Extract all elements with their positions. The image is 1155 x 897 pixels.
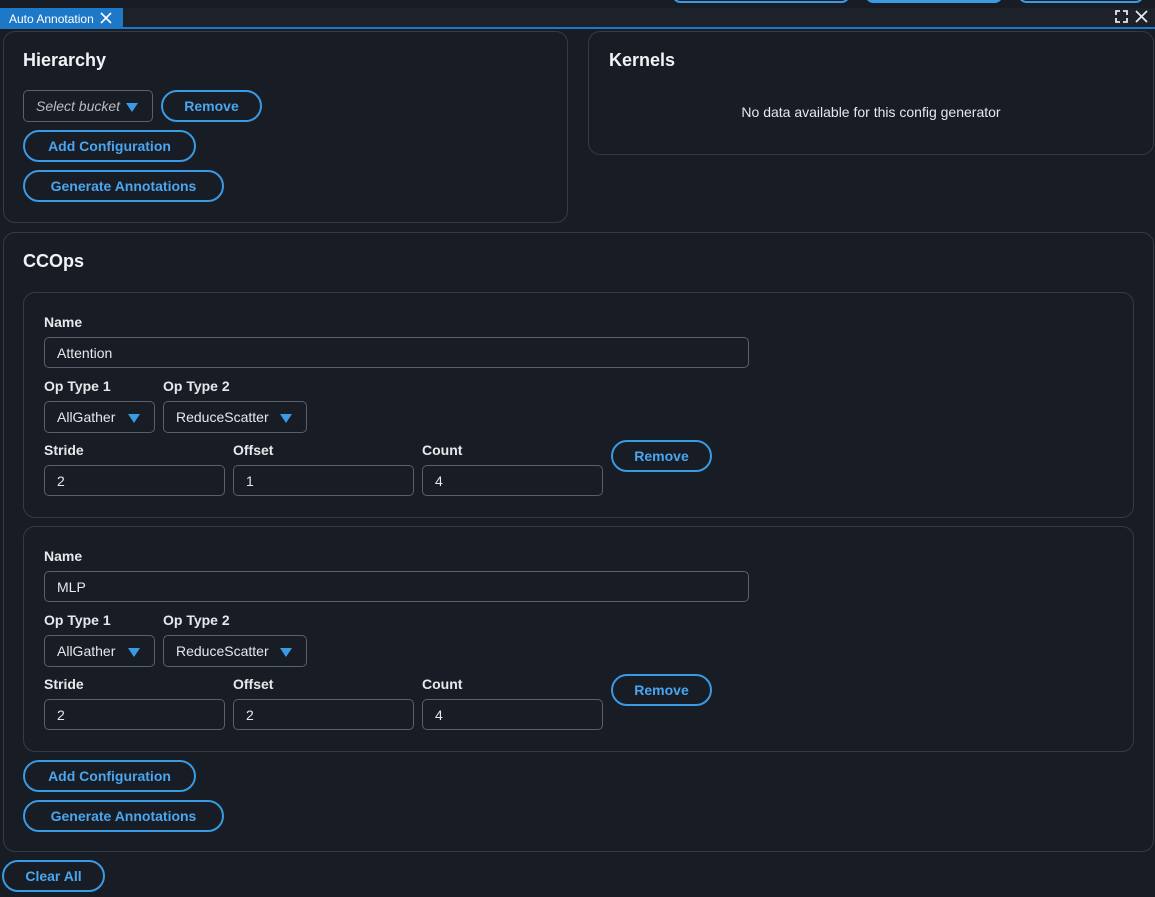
hierarchy-remove-button[interactable]: Remove bbox=[161, 90, 262, 122]
offset-input[interactable]: 2 bbox=[233, 699, 414, 730]
ccop-config-card: Name MLP Op Type 1 Op Type 2 AllGather R… bbox=[23, 526, 1134, 752]
hierarchy-generate-annotations-button[interactable]: Generate Annotations bbox=[23, 170, 224, 202]
op-type-1-select[interactable]: AllGather bbox=[44, 401, 155, 433]
config-remove-button[interactable]: Remove bbox=[611, 674, 712, 706]
config-remove-button[interactable]: Remove bbox=[611, 440, 712, 472]
op-type-1-label: Op Type 1 bbox=[44, 378, 111, 394]
name-label: Name bbox=[44, 314, 83, 330]
kernels-title: Kernels bbox=[609, 50, 676, 70]
close-icon[interactable] bbox=[99, 11, 113, 25]
top-toolbar-button[interactable] bbox=[672, 0, 850, 3]
hierarchy-panel: Hierarchy Select bucket Remove Add Confi… bbox=[3, 31, 568, 223]
count-label: Count bbox=[422, 676, 463, 692]
op-type-1-value: AllGather bbox=[57, 643, 116, 659]
chevron-down-icon bbox=[128, 414, 140, 423]
ccop-config-card: Name Attention Op Type 1 Op Type 2 AllGa… bbox=[23, 292, 1134, 518]
op-type-1-select[interactable]: AllGather bbox=[44, 635, 155, 667]
kernels-empty-message: No data available for this config genera… bbox=[741, 104, 1001, 120]
ccops-add-configuration-button[interactable]: Add Configuration bbox=[23, 760, 196, 792]
count-label: Count bbox=[422, 442, 463, 458]
chevron-down-icon bbox=[280, 414, 292, 423]
tab-bar: Auto Annotation bbox=[0, 8, 1155, 29]
offset-label: Offset bbox=[233, 676, 274, 692]
top-toolbar-button[interactable] bbox=[1018, 0, 1144, 3]
op-type-2-select[interactable]: ReduceScatter bbox=[163, 635, 307, 667]
offset-input[interactable]: 1 bbox=[233, 465, 414, 496]
kernels-panel: Kernels No data available for this confi… bbox=[588, 31, 1154, 155]
op-type-2-label: Op Type 2 bbox=[163, 612, 230, 628]
count-input[interactable]: 4 bbox=[422, 465, 603, 496]
stride-input[interactable]: 2 bbox=[44, 699, 225, 730]
tab-auto-annotation[interactable]: Auto Annotation bbox=[0, 8, 123, 29]
chevron-down-icon bbox=[128, 648, 140, 657]
ccops-title: CCOps bbox=[23, 251, 85, 271]
hierarchy-add-configuration-button[interactable]: Add Configuration bbox=[23, 130, 196, 162]
ccops-generate-annotations-button[interactable]: Generate Annotations bbox=[23, 800, 224, 832]
clear-all-button[interactable]: Clear All bbox=[2, 860, 105, 892]
maximize-icon[interactable] bbox=[1114, 9, 1129, 24]
stride-label: Stride bbox=[44, 442, 84, 458]
name-label: Name bbox=[44, 548, 83, 564]
bucket-select[interactable]: Select bucket bbox=[23, 90, 153, 122]
count-input[interactable]: 4 bbox=[422, 699, 603, 730]
hierarchy-title: Hierarchy bbox=[23, 50, 107, 70]
stride-input[interactable]: 2 bbox=[44, 465, 225, 496]
chevron-down-icon bbox=[280, 648, 292, 657]
top-toolbar-button-primary[interactable] bbox=[865, 0, 1003, 3]
ccops-panel: CCOps Name Attention Op Type 1 Op Type 2… bbox=[3, 232, 1154, 852]
op-type-1-label: Op Type 1 bbox=[44, 612, 111, 628]
op-type-2-value: ReduceScatter bbox=[176, 409, 269, 425]
stride-label: Stride bbox=[44, 676, 84, 692]
op-type-2-select[interactable]: ReduceScatter bbox=[163, 401, 307, 433]
top-toolbar-strip bbox=[0, 0, 1155, 8]
op-type-2-label: Op Type 2 bbox=[163, 378, 230, 394]
tab-title: Auto Annotation bbox=[9, 11, 94, 26]
name-input[interactable]: MLP bbox=[44, 571, 749, 602]
chevron-down-icon bbox=[126, 103, 138, 112]
offset-label: Offset bbox=[233, 442, 274, 458]
close-icon[interactable] bbox=[1134, 9, 1149, 24]
op-type-2-value: ReduceScatter bbox=[176, 643, 269, 659]
name-input[interactable]: Attention bbox=[44, 337, 749, 368]
op-type-1-value: AllGather bbox=[57, 409, 116, 425]
bucket-select-placeholder: Select bucket bbox=[36, 98, 121, 114]
